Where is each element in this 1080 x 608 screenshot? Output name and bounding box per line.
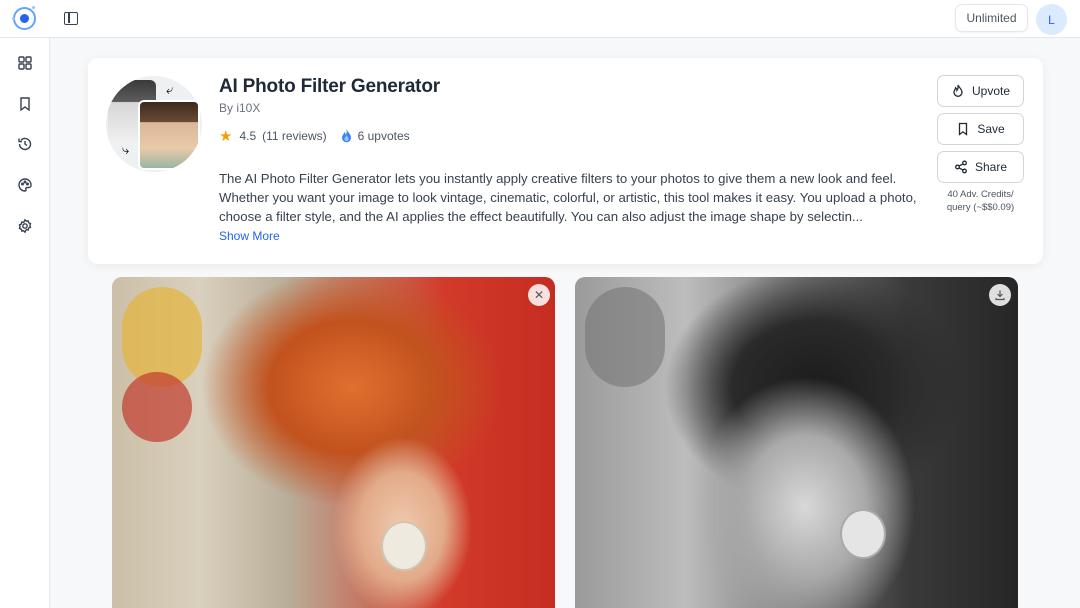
- app-logo-icon[interactable]: [12, 6, 36, 30]
- plan-badge-button[interactable]: Unlimited: [955, 4, 1028, 32]
- filtered-image-preview: [575, 277, 1018, 608]
- gear-icon[interactable]: [17, 218, 33, 234]
- save-button[interactable]: Save: [937, 113, 1024, 145]
- sidebar: [0, 38, 50, 608]
- tool-card: ⤶ ⤷ AI Photo Filter Generator By i10X ★ …: [88, 58, 1043, 264]
- bookmark-icon: [959, 122, 968, 136]
- close-icon[interactable]: ✕: [528, 284, 550, 306]
- history-icon[interactable]: [17, 136, 33, 152]
- flame-outline-icon: [953, 84, 963, 97]
- share-label: Share: [974, 160, 1008, 174]
- palette-icon[interactable]: [17, 177, 33, 193]
- show-more-link[interactable]: Show More: [219, 229, 280, 243]
- share-icon: [955, 160, 967, 174]
- tool-author[interactable]: By i10X: [219, 101, 260, 115]
- panel-toggle-icon[interactable]: [64, 12, 78, 25]
- top-bar: Unlimited L: [0, 0, 1080, 38]
- credits-line: query (~$$0.09): [946, 202, 1015, 213]
- curved-arrow-icon: ⤶: [166, 82, 174, 97]
- tool-description: The AI Photo Filter Generator lets you i…: [219, 171, 917, 224]
- earring: [381, 521, 427, 571]
- save-label: Save: [977, 122, 1005, 136]
- upvote-button[interactable]: Upvote: [937, 75, 1024, 107]
- credits-line: 40 Adv. Credits/: [947, 189, 1014, 200]
- grid-icon[interactable]: [17, 55, 33, 71]
- tool-title: AI Photo Filter Generator: [219, 76, 440, 97]
- download-icon[interactable]: [989, 284, 1011, 306]
- rating-row: ★ 4.5 (11 reviews) 6 upvotes: [219, 128, 410, 145]
- earring: [840, 509, 886, 559]
- star-icon: ★: [219, 128, 233, 145]
- review-count[interactable]: (11 reviews): [262, 129, 326, 143]
- rating-value: 4.5: [239, 129, 257, 143]
- curved-arrow-icon: ⤷: [122, 142, 130, 157]
- original-image-preview: ✕: [112, 277, 555, 608]
- bookmark-icon[interactable]: [17, 96, 33, 112]
- user-avatar[interactable]: L: [1036, 4, 1067, 35]
- upvote-label: Upvote: [971, 84, 1011, 98]
- flame-icon: [341, 129, 351, 143]
- tool-thumbnail: ⤶ ⤷: [106, 76, 202, 172]
- share-button[interactable]: Share: [937, 151, 1024, 183]
- credits-cost: 40 Adv. Credits/ query (~$$0.09): [933, 188, 1028, 214]
- upvote-count: 6 upvotes: [357, 129, 410, 143]
